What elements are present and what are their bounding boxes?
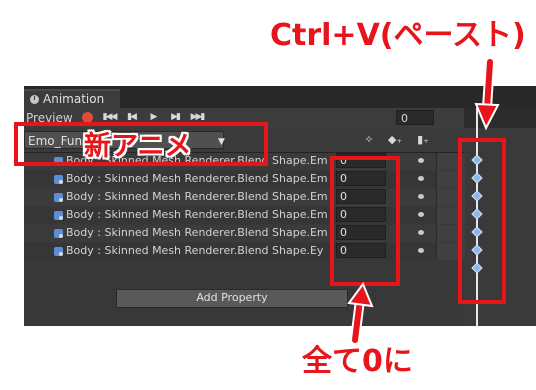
arrow-down-icon (474, 57, 500, 131)
arrow-up-icon (347, 281, 374, 345)
annotation-arrows (347, 57, 500, 345)
